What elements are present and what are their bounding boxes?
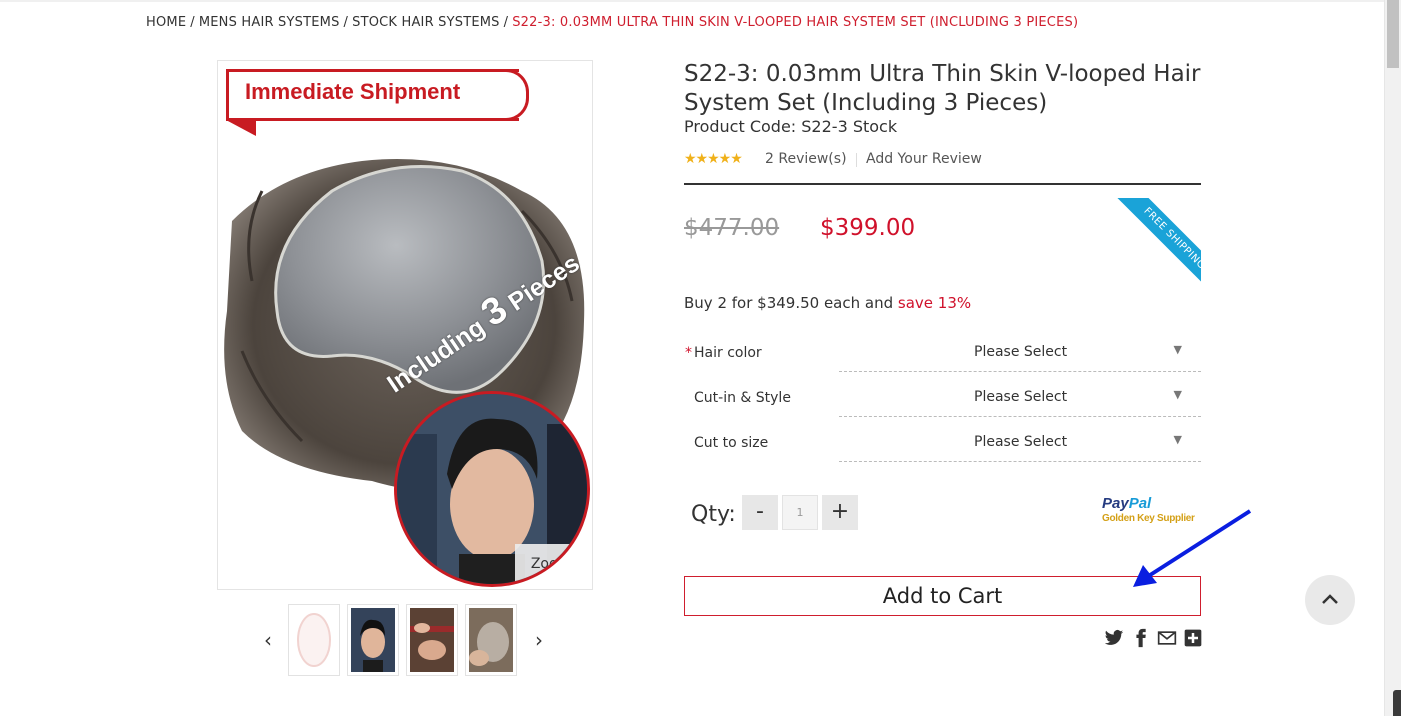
scrollbar-thumb[interactable]: [1387, 0, 1399, 68]
chat-widget-edge[interactable]: [1393, 690, 1401, 716]
page-scrollbar[interactable]: [1384, 0, 1401, 716]
thumbnail-next-arrow[interactable]: ›: [535, 628, 543, 652]
annotation-arrow-icon: [1133, 509, 1252, 587]
dropdown-arrow-icon: ▼: [1173, 433, 1182, 446]
banner-text: Immediate Shipment: [245, 79, 461, 104]
option-label-hair-color: * Hair color: [685, 345, 762, 361]
select-value: Please Select: [974, 389, 1068, 405]
dropdown-arrow-icon: ▼: [1173, 343, 1182, 356]
share-plus-icon[interactable]: [1183, 628, 1203, 648]
main-product-image[interactable]: Immediate Shipment Including 3 Pieces Zo…: [217, 60, 593, 590]
immediate-shipment-banner: Immediate Shipment: [226, 69, 529, 136]
breadcrumb-mens-hair-systems[interactable]: MENS HAIR SYSTEMS: [199, 15, 340, 30]
top-border: [0, 0, 1385, 2]
reviews-link[interactable]: 2 Review(s): [765, 151, 847, 167]
breadcrumb: HOME / MENS HAIR SYSTEMS / STOCK HAIR SYSTEM…: [146, 15, 1078, 30]
hair-color-select[interactable]: Please Select ▼: [839, 341, 1201, 372]
breadcrumb-separator: /: [503, 15, 509, 30]
rating-stars: ★★★★★: [684, 151, 743, 167]
chevron-up-icon: [1322, 594, 1338, 604]
bulk-save-text: save 13%: [897, 294, 972, 312]
twitter-icon[interactable]: [1104, 628, 1124, 648]
facebook-icon[interactable]: [1131, 628, 1151, 648]
thumbnail-4[interactable]: [465, 604, 517, 676]
breadcrumb-current: S22-3: 0.03MM ULTRA THIN SKIN V-LOOPED H…: [512, 15, 1079, 30]
select-value: Please Select: [974, 344, 1068, 360]
review-divider: [856, 153, 857, 167]
qty-label: Qty:: [691, 502, 736, 527]
thumbnail-2[interactable]: [347, 604, 399, 676]
thumbnail-3[interactable]: [406, 604, 458, 676]
sale-price: $399.00: [820, 215, 916, 241]
breadcrumb-separator: /: [190, 15, 195, 30]
cut-in-style-select[interactable]: Please Select ▼: [839, 386, 1201, 417]
qty-plus-button[interactable]: +: [822, 495, 858, 530]
bulk-offer-text: Buy 2 for $349.50 each and: [684, 294, 894, 312]
add-review-link[interactable]: Add Your Review: [866, 151, 982, 167]
add-to-cart-button[interactable]: Add to Cart: [684, 576, 1201, 616]
thumbnail-prev-arrow[interactable]: ‹: [264, 628, 272, 652]
free-shipping-ribbon: FREE SHIPPING: [1100, 198, 1201, 286]
dropdown-arrow-icon: ▼: [1173, 388, 1182, 401]
model-portrait: Zoom: [394, 391, 590, 587]
product-code: Product Code: S22-3 Stock: [684, 117, 898, 136]
select-value: Please Select: [974, 434, 1068, 450]
original-price: $477.00: [684, 215, 780, 241]
thumbnail-1[interactable]: [288, 604, 340, 676]
bulk-offer: Buy 2 for $349.50 each and save 13%: [684, 294, 971, 312]
qty-minus-button[interactable]: -: [742, 495, 778, 530]
breadcrumb-home[interactable]: HOME: [146, 15, 186, 30]
qty-input[interactable]: [782, 495, 818, 530]
product-title: S22-3: 0.03mm Ultra Thin Skin V-looped H…: [684, 61, 1201, 116]
option-label-cut-to-size: Cut to size: [694, 435, 769, 451]
breadcrumb-separator: /: [343, 15, 349, 30]
back-to-top-button[interactable]: [1305, 575, 1355, 625]
title-divider: [684, 183, 1201, 185]
required-marker: *: [685, 345, 692, 361]
option-label-cut-in-style: Cut-in & Style: [694, 390, 791, 406]
zoom-button[interactable]: Zoom: [515, 544, 587, 584]
breadcrumb-stock-hair-systems[interactable]: STOCK HAIR SYSTEMS: [352, 15, 500, 30]
cut-to-size-select[interactable]: Please Select ▼: [839, 431, 1201, 462]
ribbon-text: FREE SHIPPING: [1109, 198, 1201, 286]
email-icon[interactable]: [1157, 628, 1177, 648]
